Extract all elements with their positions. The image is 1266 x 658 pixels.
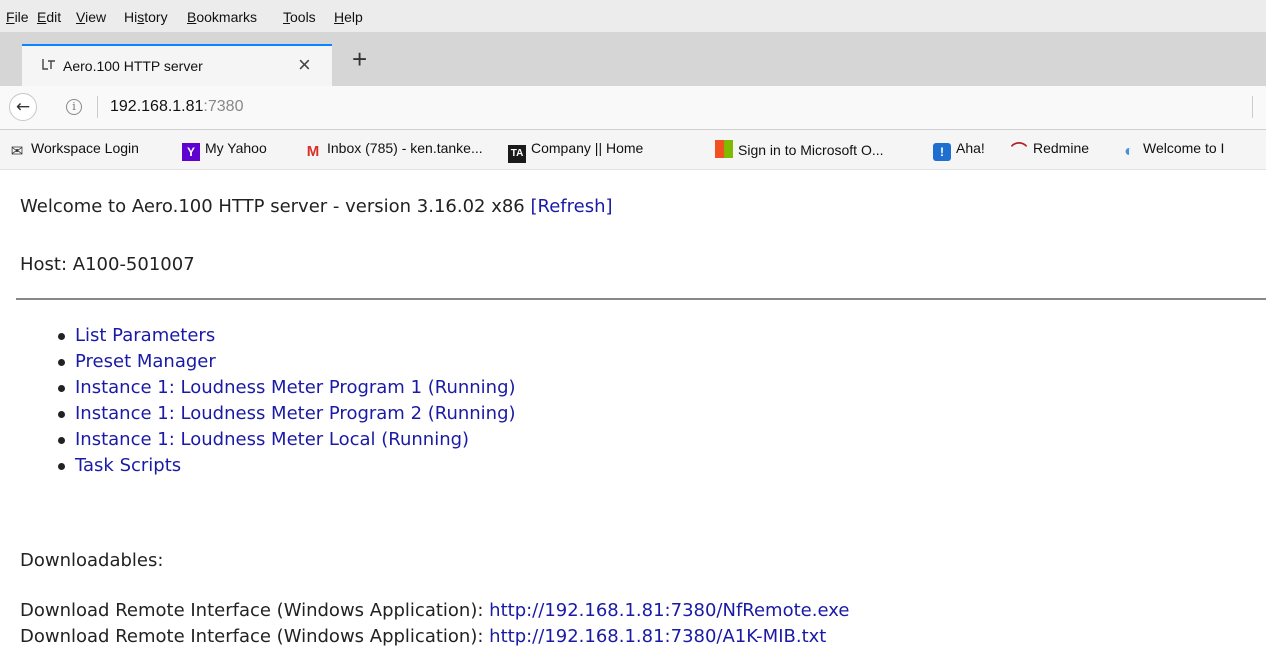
aha-icon: ! <box>933 143 951 161</box>
close-tab-icon[interactable]: × <box>298 52 311 78</box>
redmine-icon: ⌒ <box>1010 143 1027 160</box>
horizontal-rule <box>16 298 1266 300</box>
list-item: Instance 1: Loudness Meter Local (Runnin… <box>58 427 516 453</box>
download-nfremote-link[interactable]: http://192.168.1.81:7380/NfRemote.exe <box>489 600 849 621</box>
host-text: Host: A100-501007 <box>20 254 195 275</box>
globe-icon: ◐ <box>1124 143 1134 160</box>
download-label: Download Remote Interface (Windows Appli… <box>20 600 484 621</box>
download-label: Download Remote Interface (Windows Appli… <box>20 626 484 647</box>
task-scripts-link[interactable]: Task Scripts <box>75 455 181 476</box>
instance-local-link[interactable]: Instance 1: Loudness Meter Local (Runnin… <box>75 429 469 450</box>
microsoft-icon <box>715 140 733 158</box>
url-port: :7380 <box>203 98 244 115</box>
new-tab-button[interactable]: + <box>352 46 367 72</box>
download-row: Download Remote Interface (Windows Appli… <box>20 626 826 647</box>
url-separator <box>97 96 98 118</box>
download-mib-link[interactable]: http://192.168.1.81:7380/A1K-MIB.txt <box>489 626 826 647</box>
refresh-link[interactable]: [Refresh] <box>531 196 613 217</box>
downloadables-heading: Downloadables: <box>20 550 164 571</box>
site-info-icon[interactable]: i <box>66 99 82 115</box>
navigation-bar: ← i 192.168.1.81:7380 <box>0 86 1266 130</box>
tab-aero-http-server[interactable]: Aero.100 HTTP server × <box>22 44 332 86</box>
menu-file[interactable]: File <box>6 9 29 25</box>
bookmark-redmine[interactable]: ⌒ Redmine <box>1010 140 1089 161</box>
bookmark-company-home[interactable]: TA Company || Home <box>508 140 643 163</box>
bookmark-microsoft[interactable]: Sign in to Microsoft O... <box>715 140 884 158</box>
list-item: Instance 1: Loudness Meter Program 1 (Ru… <box>58 375 516 401</box>
url-right-separator <box>1252 96 1253 118</box>
url-host: 192.168.1.81 <box>110 98 204 115</box>
menu-tools[interactable]: Tools <box>283 9 316 25</box>
menu-help[interactable]: Help <box>334 9 363 25</box>
url-field[interactable]: 192.168.1.81:7380 <box>110 98 243 116</box>
tab-title: Aero.100 HTTP server <box>63 58 203 74</box>
mail-icon: ✉ <box>10 143 24 160</box>
bookmark-workspace-login[interactable]: ✉ Workspace Login <box>8 140 139 161</box>
list-parameters-link[interactable]: List Parameters <box>75 325 215 346</box>
gmail-icon: M <box>306 143 320 160</box>
bookmark-welcome[interactable]: ◐ Welcome to I <box>1120 140 1224 161</box>
menu-history[interactable]: History <box>124 9 168 25</box>
bookmark-inbox[interactable]: M Inbox (785) - ken.tanke... <box>304 140 483 161</box>
list-item: Task Scripts <box>58 453 516 479</box>
page-icon <box>42 57 56 71</box>
list-item: Instance 1: Loudness Meter Program 2 (Ru… <box>58 401 516 427</box>
bookmarks-toolbar: ✉ Workspace Login Y My Yahoo M Inbox (785) … <box>0 130 1266 170</box>
back-button[interactable]: ← <box>9 93 37 121</box>
menu-bookmarks[interactable]: Bookmarks <box>187 9 257 25</box>
list-item: Preset Manager <box>58 349 516 375</box>
welcome-line: Welcome to Aero.100 HTTP server - versio… <box>20 196 613 217</box>
bookmark-aha[interactable]: ! Aha! <box>933 140 985 161</box>
menu-edit[interactable]: Edit <box>37 9 61 25</box>
preset-manager-link[interactable]: Preset Manager <box>75 351 216 372</box>
bookmark-my-yahoo[interactable]: Y My Yahoo <box>182 140 267 161</box>
instance-program2-link[interactable]: Instance 1: Loudness Meter Program 2 (Ru… <box>75 403 516 424</box>
list-item: List Parameters <box>58 323 516 349</box>
menu-view[interactable]: View <box>76 9 106 25</box>
download-row: Download Remote Interface (Windows Appli… <box>20 600 849 621</box>
menu-list: List Parameters Preset Manager Instance … <box>58 323 516 479</box>
menu-bar: File Edit View History Bookmarks Tools H… <box>0 0 1266 32</box>
welcome-text: Welcome to Aero.100 HTTP server - versio… <box>20 196 525 217</box>
yahoo-icon: Y <box>182 143 200 161</box>
instance-program1-link[interactable]: Instance 1: Loudness Meter Program 1 (Ru… <box>75 377 516 398</box>
ta-icon: TA <box>508 145 526 163</box>
back-arrow-icon: ← <box>15 97 31 117</box>
tab-strip: Aero.100 HTTP server × + <box>0 32 1266 86</box>
